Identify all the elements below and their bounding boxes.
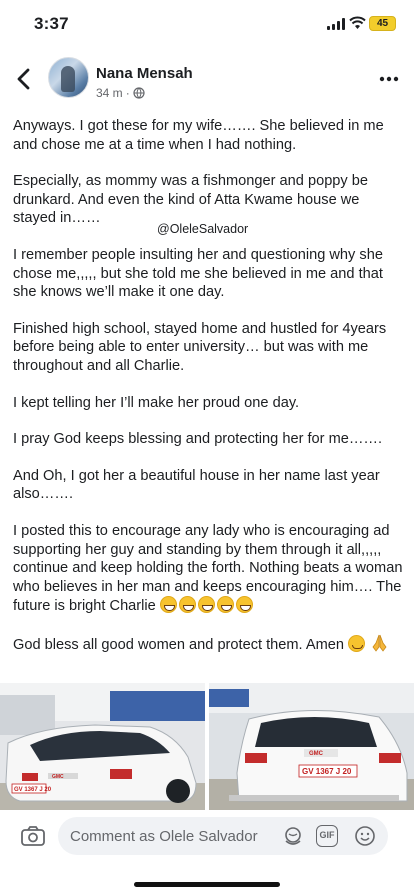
post-paragraph-with-emoji: I posted this to encourage any lady who … <box>13 522 405 616</box>
meta-separator: · <box>125 86 130 100</box>
comment-placeholder: Comment as Olele Salvador <box>70 828 258 845</box>
photo-car-rear[interactable]: GMC GV 1367 J 20 <box>209 683 414 810</box>
folded-hands-emoji <box>372 634 387 652</box>
avatar-sticker-icon[interactable] <box>282 825 304 847</box>
grinning-emoji <box>197 596 215 614</box>
car-photo-illustration: GMC GV 1367 J 20 <box>209 683 414 810</box>
post-text: Anyways. I got these for my wife……. She … <box>13 117 405 672</box>
post-paragraph: Especially, as mommy was a fishmonger an… <box>13 173 369 227</box>
camera-icon[interactable] <box>20 824 46 848</box>
license-plate: GV 1367 J 20 <box>14 787 52 793</box>
author-name[interactable]: Nana Mensah <box>96 65 193 82</box>
post-paragraph: I kept telling her I’ll make her proud o… <box>13 394 300 411</box>
emoji-icon[interactable] <box>354 825 376 847</box>
watermark: @OleleSalvador <box>157 222 249 236</box>
post-paragraph: I pray God keeps blessing and protecting… <box>13 431 383 448</box>
status-time: 3:37 <box>34 14 69 33</box>
comment-bar: Comment as Olele Salvador GIF <box>0 810 414 862</box>
globe-icon <box>133 87 145 99</box>
post-paragraph: I remember people insulting her and ques… <box>13 246 383 301</box>
avatar[interactable] <box>48 57 89 98</box>
car-badge: GMC <box>309 751 324 757</box>
post-meta: 34 m · <box>96 86 145 100</box>
grinning-emoji <box>178 596 196 614</box>
post-paragraph-with-emoji: God bless all good women and protect the… <box>13 634 405 655</box>
photo-grid: GMC GV 1367 J 20 GMC GV 1367 J 20 <box>0 683 414 810</box>
wifi-icon <box>349 16 366 29</box>
cell-signal-icon <box>327 18 345 30</box>
more-icon[interactable] <box>378 69 400 89</box>
photo-car-front[interactable]: GMC GV 1367 J 20 <box>0 683 205 810</box>
post-paragraph: Finished high school, stayed home and hu… <box>13 320 387 374</box>
car-badge: GMC <box>52 774 64 780</box>
comment-input[interactable]: Comment as Olele Salvador GIF <box>58 817 388 855</box>
license-plate: GV 1367 J 20 <box>302 767 352 776</box>
grinning-emoji <box>159 596 177 614</box>
car-photo-illustration: GMC GV 1367 J 20 <box>0 683 205 810</box>
battery-indicator: 45 <box>369 16 396 31</box>
post-paragraph-text: God bless all good women and protect the… <box>13 636 344 653</box>
gif-icon[interactable]: GIF <box>316 825 338 847</box>
post-time[interactable]: 34 m <box>96 86 123 100</box>
grinning-emoji <box>216 596 234 614</box>
home-indicator <box>134 882 280 887</box>
back-arrow-icon[interactable] <box>12 66 36 92</box>
post-header: Nana Mensah 34 m · <box>0 55 414 105</box>
post-paragraph: Anyways. I got these for my wife……. She … <box>13 118 384 153</box>
status-bar: 3:37 45 <box>0 0 414 50</box>
post-paragraph: And Oh, I got her a beautiful house in h… <box>13 467 380 503</box>
smiling-emoji <box>348 634 366 652</box>
grinning-emoji <box>235 596 253 614</box>
